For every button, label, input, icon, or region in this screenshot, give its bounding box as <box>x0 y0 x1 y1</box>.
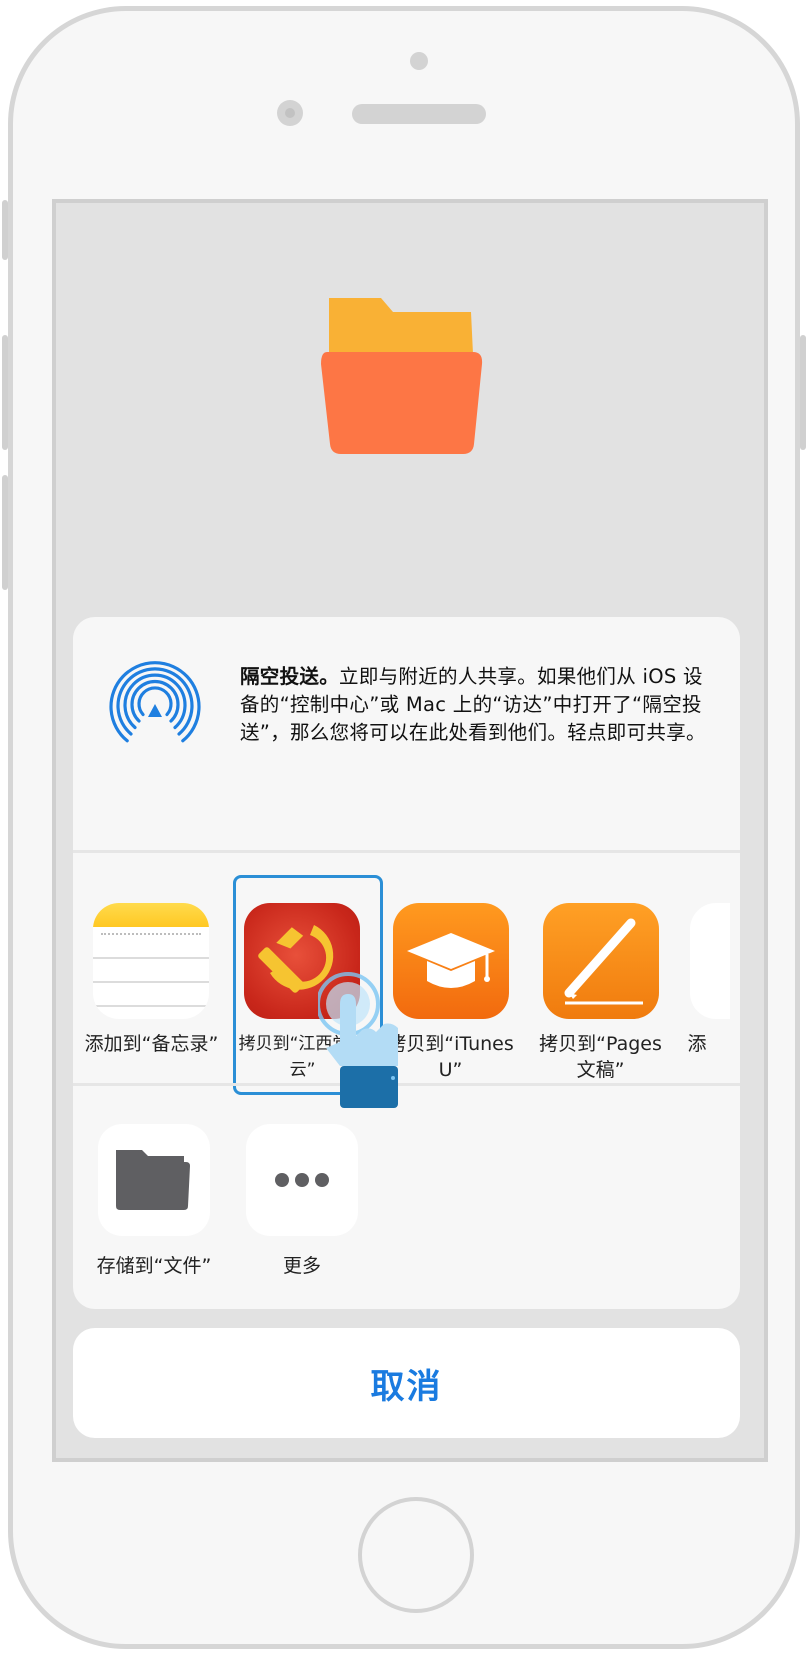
share-sheet: 隔空投送。立即与附近的人共享。如果他们从 iOS 设备的“控制中心”或 Mac … <box>73 617 740 1309</box>
partial-app-icon <box>690 903 730 1019</box>
app-label: 添加到“备忘录” <box>84 1033 219 1055</box>
cancel-button[interactable]: 取消 <box>73 1328 740 1438</box>
itunes-u-app-icon <box>393 903 509 1019</box>
more-tile <box>246 1124 358 1236</box>
volume-up-button <box>2 335 8 450</box>
sensor-dot <box>410 52 428 70</box>
notes-app-icon <box>93 903 209 1019</box>
save-to-files-tile <box>98 1124 210 1236</box>
action-label: 存储到“文件” <box>96 1255 212 1277</box>
mute-switch <box>2 200 8 260</box>
volume-down-button <box>2 475 8 590</box>
airdrop-description: 隔空投送。立即与附近的人共享。如果他们从 iOS 设备的“控制中心”或 Mac … <box>240 663 710 747</box>
action-label: 更多 <box>282 1255 321 1277</box>
app-label: 拷贝到“Pages文稿” <box>539 1033 662 1081</box>
pages-app-icon <box>543 903 659 1019</box>
earpiece-speaker <box>352 104 486 124</box>
airdrop-title: 隔空投送。 <box>240 665 340 688</box>
folder-icon <box>116 1150 190 1210</box>
more-icon <box>275 1173 329 1187</box>
front-camera <box>277 100 303 126</box>
action-row: 存储到“文件” 更多 <box>73 1086 740 1309</box>
app-label: 添 <box>687 1033 707 1055</box>
tap-hand-icon <box>318 972 398 1108</box>
airdrop-icon <box>109 661 201 743</box>
phone-screen: 隔空投送。立即与附近的人共享。如果他们从 iOS 设备的“控制中心”或 Mac … <box>52 199 768 1462</box>
home-button[interactable] <box>358 1497 474 1613</box>
power-button <box>800 335 806 450</box>
folder-hero-icon <box>321 298 483 454</box>
airdrop-row[interactable]: 隔空投送。立即与附近的人共享。如果他们从 iOS 设备的“控制中心”或 Mac … <box>73 617 740 850</box>
